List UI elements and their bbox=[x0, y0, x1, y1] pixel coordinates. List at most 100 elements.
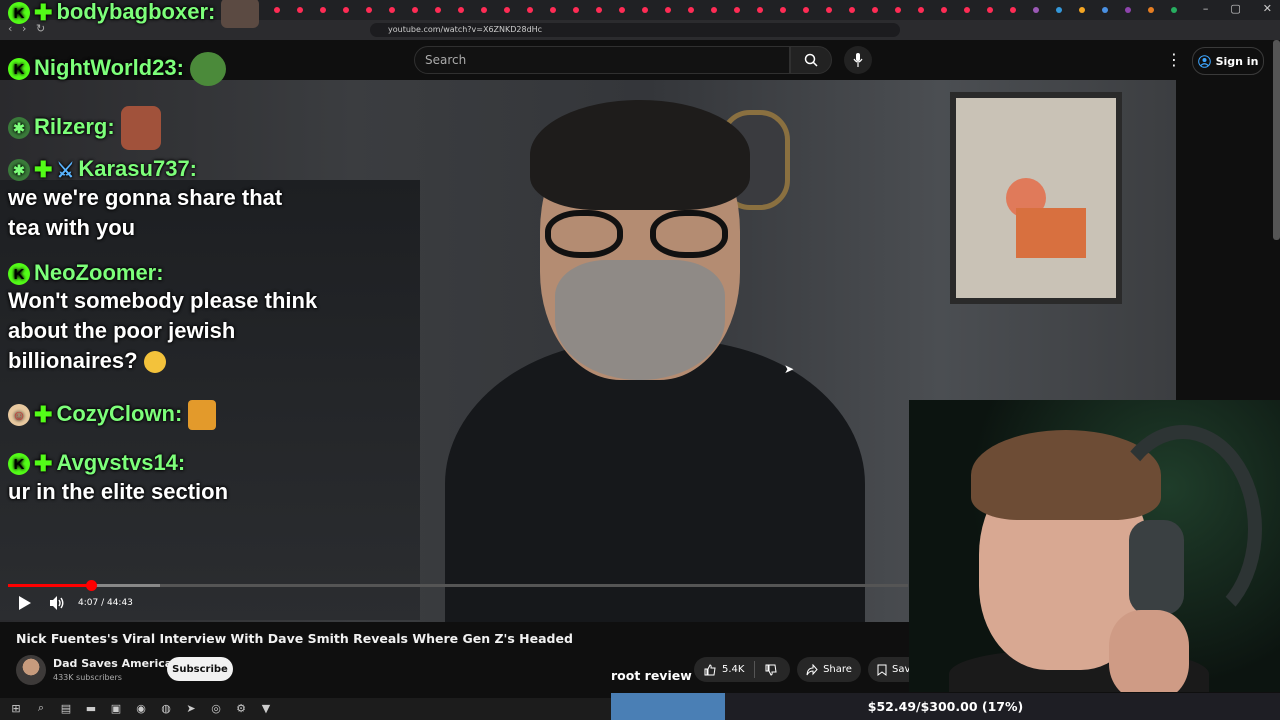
windows-start-icon[interactable]: ⊞ bbox=[8, 700, 24, 716]
browser-tab[interactable] bbox=[845, 4, 859, 16]
browser-tab[interactable] bbox=[1098, 4, 1112, 16]
verified-badge-icon: ✱ bbox=[8, 159, 30, 182]
tab-favicon-icon bbox=[711, 7, 717, 13]
browser-tab[interactable] bbox=[1144, 4, 1158, 16]
tab-favicon-icon bbox=[619, 7, 625, 13]
browser-tab[interactable] bbox=[753, 4, 767, 16]
browser-tab[interactable] bbox=[454, 4, 468, 16]
subscribe-button[interactable]: Subscribe bbox=[167, 657, 233, 681]
chat-message: K NeoZoomer: Won't somebody please think … bbox=[8, 260, 318, 376]
tab-favicon-icon bbox=[1102, 7, 1108, 13]
close-icon[interactable]: ✕ bbox=[1263, 2, 1272, 15]
browser-tab[interactable] bbox=[546, 4, 560, 16]
browser-tab[interactable] bbox=[523, 4, 537, 16]
share-button[interactable]: Share bbox=[797, 657, 861, 682]
browser-tab[interactable] bbox=[615, 4, 629, 16]
play-icon[interactable] bbox=[18, 595, 32, 611]
tab-favicon-icon bbox=[320, 7, 326, 13]
played-bar bbox=[8, 584, 91, 587]
tab-favicon-icon bbox=[895, 7, 901, 13]
butterfly-emote-icon bbox=[188, 400, 217, 430]
browser-tab[interactable] bbox=[776, 4, 790, 16]
browser-tab[interactable] bbox=[1052, 4, 1066, 16]
sign-in-button[interactable]: Sign in bbox=[1192, 47, 1264, 75]
search-input[interactable]: Search bbox=[414, 46, 790, 74]
browser-tab[interactable] bbox=[937, 4, 951, 16]
app-icon[interactable]: ▣ bbox=[108, 700, 124, 716]
voice-search-button[interactable] bbox=[844, 46, 872, 74]
browser-tab[interactable] bbox=[1029, 4, 1043, 16]
url-field[interactable]: youtube.com/watch?v=X6ZNKD28dHc bbox=[370, 23, 900, 37]
browser-tab[interactable] bbox=[684, 4, 698, 16]
video-progress-bar[interactable] bbox=[8, 580, 908, 591]
page-scrollbar[interactable] bbox=[1273, 40, 1280, 240]
search-button[interactable] bbox=[790, 46, 832, 74]
tab-favicon-icon bbox=[389, 7, 395, 13]
browser-tab[interactable] bbox=[661, 4, 675, 16]
browser-tab[interactable] bbox=[316, 4, 330, 16]
browser-tab[interactable] bbox=[431, 4, 445, 16]
browser-tab[interactable] bbox=[1075, 4, 1089, 16]
tab-strip[interactable] bbox=[270, 4, 1181, 16]
task-view-icon[interactable]: ▤ bbox=[58, 700, 74, 716]
browser-tab[interactable] bbox=[1121, 4, 1135, 16]
search-taskbar-icon[interactable]: ⌕ bbox=[33, 700, 49, 716]
chat-message: K ✚ bodybagboxer: bbox=[8, 0, 260, 28]
tab-favicon-icon bbox=[550, 7, 556, 13]
browser-tab[interactable] bbox=[707, 4, 721, 16]
chat-username: Karasu737: bbox=[78, 156, 198, 181]
dislike-icon[interactable] bbox=[765, 664, 778, 676]
browser-tab[interactable] bbox=[730, 4, 744, 16]
browser-tab[interactable] bbox=[638, 4, 652, 16]
chat-message: ✱ Rilzerg: bbox=[8, 106, 161, 150]
browser-tab[interactable] bbox=[868, 4, 882, 16]
steam-icon[interactable]: ⚙ bbox=[233, 700, 249, 716]
brave-icon[interactable]: ▼ bbox=[258, 700, 274, 716]
browser-tab[interactable] bbox=[914, 4, 928, 16]
browser-tab[interactable] bbox=[592, 4, 606, 16]
chat-username: Rilzerg: bbox=[34, 113, 115, 139]
browser-tab[interactable] bbox=[477, 4, 491, 16]
browser-tab[interactable] bbox=[1167, 4, 1181, 16]
channel-avatar[interactable] bbox=[16, 655, 46, 685]
save-label: Sav bbox=[892, 664, 911, 675]
discord-icon[interactable]: ◍ bbox=[158, 700, 174, 716]
folder-icon[interactable]: ▬ bbox=[83, 700, 99, 716]
browser-tab[interactable] bbox=[339, 4, 353, 16]
like-separator bbox=[754, 661, 756, 678]
obs-icon[interactable]: ◉ bbox=[133, 700, 149, 716]
channel-name[interactable]: Dad Saves America bbox=[53, 657, 172, 670]
tab-favicon-icon bbox=[527, 7, 533, 13]
browser-tab[interactable] bbox=[362, 4, 376, 16]
telegram-icon[interactable]: ➤ bbox=[183, 700, 199, 716]
plus-badge-icon: ✚ bbox=[34, 402, 53, 427]
browser-tab[interactable] bbox=[799, 4, 813, 16]
browser-tab[interactable] bbox=[293, 4, 307, 16]
browser-tab[interactable] bbox=[408, 4, 422, 16]
save-button[interactable]: Sav bbox=[868, 657, 912, 682]
browser-tab[interactable] bbox=[569, 4, 583, 16]
browser-tab[interactable] bbox=[385, 4, 399, 16]
browser-tab[interactable] bbox=[891, 4, 905, 16]
browser-tab[interactable] bbox=[822, 4, 836, 16]
like-icon[interactable] bbox=[704, 663, 716, 676]
clown-badge-icon: ☺ bbox=[8, 404, 30, 426]
browser-tab[interactable] bbox=[500, 4, 514, 16]
chat-text: ur in the elite section bbox=[8, 479, 229, 505]
search-icon bbox=[804, 53, 818, 67]
tab-favicon-icon bbox=[941, 7, 947, 13]
minimize-icon[interactable]: – bbox=[1203, 2, 1209, 15]
browser-tab[interactable] bbox=[270, 4, 284, 16]
tab-favicon-icon bbox=[1056, 7, 1062, 13]
volume-icon[interactable] bbox=[49, 595, 65, 611]
mouse-cursor-icon: ➤ bbox=[784, 362, 795, 376]
browser-tab[interactable] bbox=[960, 4, 974, 16]
scrubber-handle[interactable] bbox=[85, 580, 97, 591]
browser-tab[interactable] bbox=[1006, 4, 1020, 16]
browser-tab[interactable] bbox=[983, 4, 997, 16]
chat-message: K NightWorld23: bbox=[8, 52, 226, 86]
like-dislike-bar: 5.4K bbox=[694, 657, 790, 682]
maximize-icon[interactable]: ▢ bbox=[1230, 2, 1240, 15]
more-options-icon[interactable]: ⋮ bbox=[1166, 50, 1182, 69]
chrome-icon[interactable]: ◎ bbox=[208, 700, 224, 716]
